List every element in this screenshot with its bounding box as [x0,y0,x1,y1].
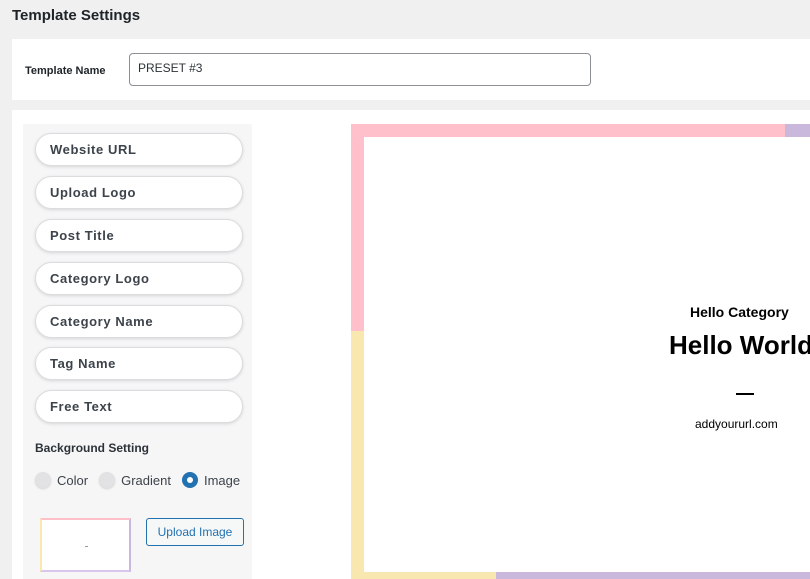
template-editor-panel: Website URL Upload Logo Post Title Categ… [12,110,810,579]
gradient-radio-label[interactable]: Gradient [121,473,171,488]
color-radio-label[interactable]: Color [57,473,88,488]
category-name-button[interactable]: Category Name [35,305,243,338]
element-sidebar: Website URL Upload Logo Post Title Categ… [23,124,252,579]
background-setting-heading: Background Setting [35,441,150,455]
preview-border-left-yellow [351,331,364,579]
upload-logo-button[interactable]: Upload Logo [35,176,243,209]
preview-border-top-pink [351,124,785,137]
template-name-panel: Template Name [12,39,810,100]
tag-name-button[interactable]: Tag Name [35,347,243,380]
thumbnail-mark [85,546,88,547]
template-preview: Hello Category Hello World addyoururl.co… [351,124,810,579]
color-radio[interactable] [35,472,51,488]
preview-post-title: Hello World [669,330,810,360]
template-name-label: Template Name [25,65,106,77]
preview-border-bottom-yellow [351,572,496,579]
page-title: Template Settings [12,7,141,24]
image-radio[interactable] [181,472,198,488]
preview-website-url: addyoururl.com [695,417,778,431]
category-logo-button[interactable]: Category Logo [35,262,243,295]
website-url-button[interactable]: Website URL [35,133,243,166]
template-name-input[interactable] [129,53,591,86]
gradient-radio[interactable] [99,472,116,488]
image-radio-label[interactable]: Image [204,473,240,488]
post-title-button[interactable]: Post Title [35,219,243,252]
preview-category-name: Hello Category [690,304,789,320]
background-type-radios: Color Gradient Image [35,470,251,490]
preview-canvas: Hello Category Hello World addyoururl.co… [364,137,810,572]
preview-divider [736,393,754,395]
upload-image-button[interactable]: Upload Image [146,518,244,546]
preview-border-top-purple [785,124,810,137]
preview-border-left-pink [351,124,364,331]
free-text-button[interactable]: Free Text [35,390,243,423]
preview-border-bottom-purple [496,572,810,579]
background-image-thumbnail [40,518,131,572]
